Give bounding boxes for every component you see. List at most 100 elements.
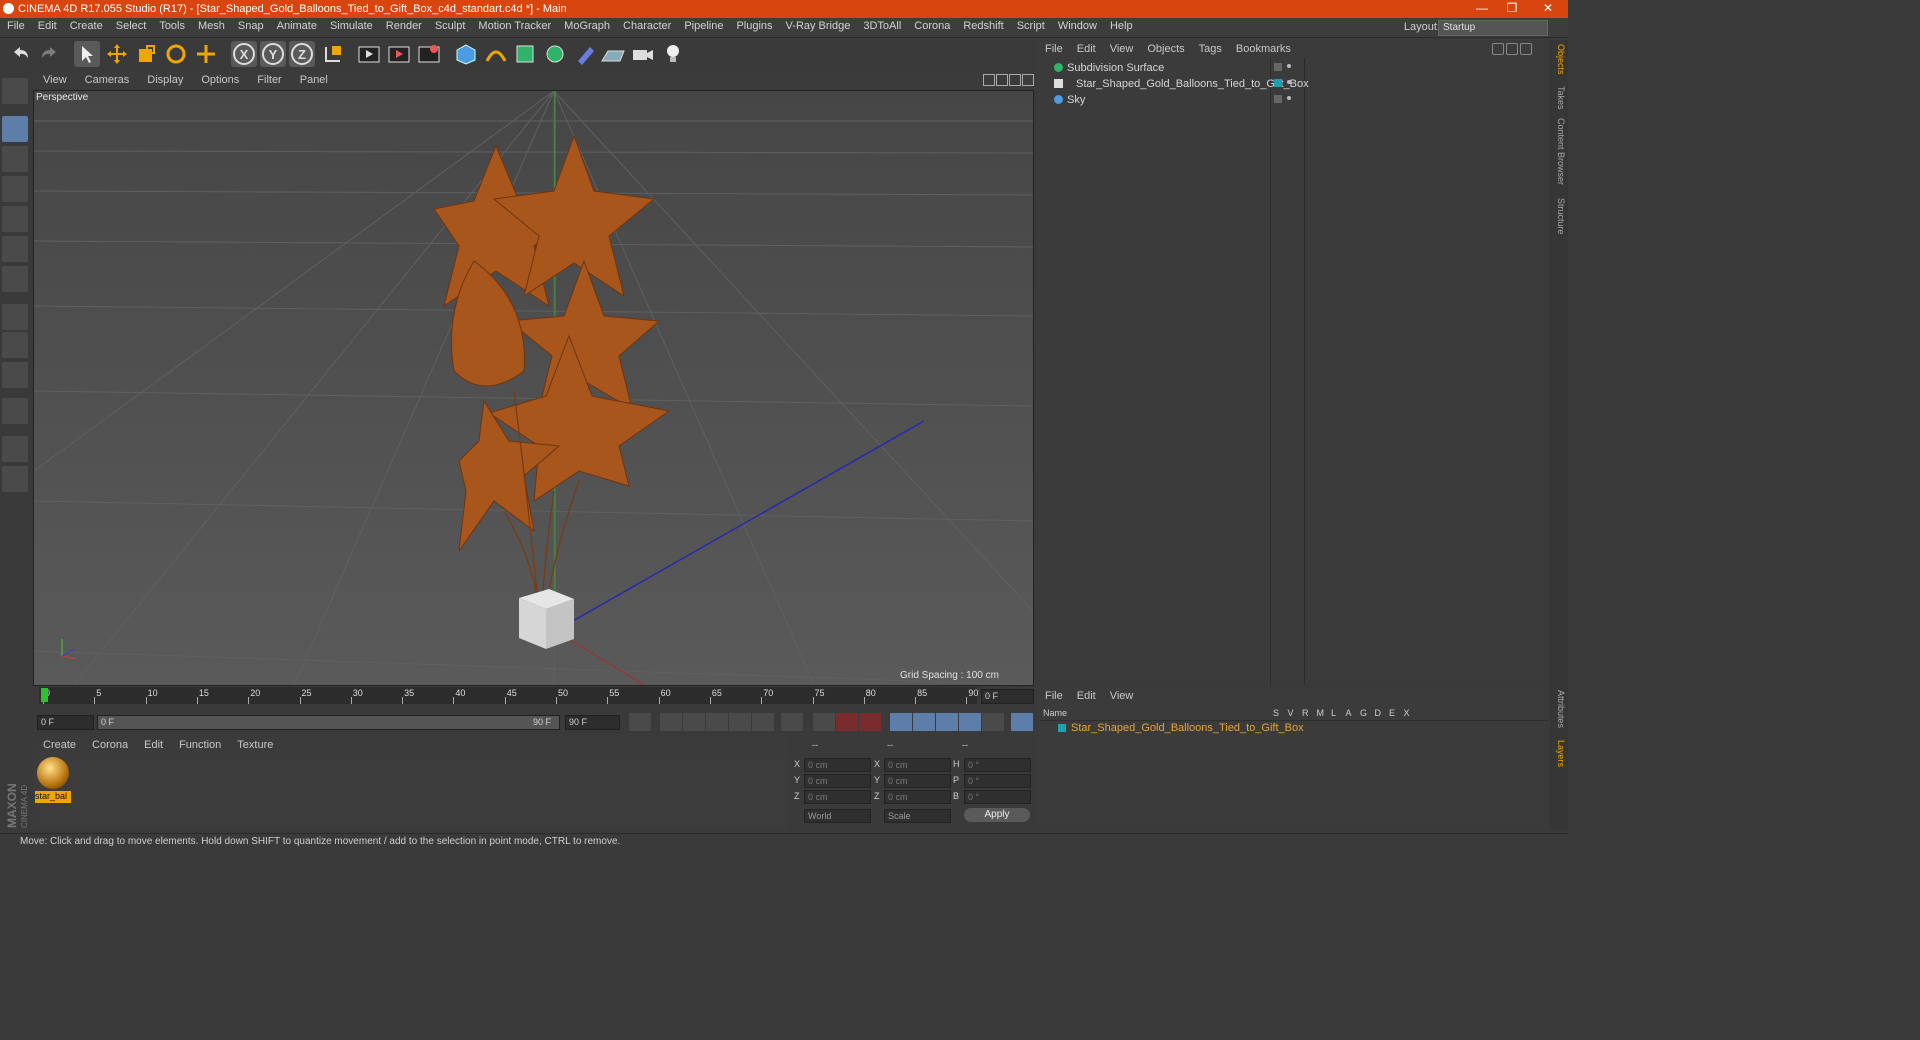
cube-object-icon[interactable] <box>453 41 479 67</box>
menu-motion-tracker[interactable]: Motion Tracker <box>471 18 557 32</box>
close-button[interactable]: ✕ <box>1533 1 1563 17</box>
spline-pen-icon[interactable] <box>483 41 509 67</box>
right-tab-attributes[interactable]: Attributes <box>1552 690 1566 728</box>
menu-file[interactable]: File <box>0 18 31 32</box>
workplane-mode-icon[interactable] <box>2 176 28 202</box>
move-tool-icon[interactable] <box>104 41 130 67</box>
menu-snap[interactable]: Snap <box>231 18 270 32</box>
material-swatch[interactable]: star_bal <box>35 755 71 803</box>
viewport-menu-display[interactable]: Display <box>137 72 191 86</box>
right-tab-takes[interactable]: Takes <box>1552 86 1566 110</box>
move-tool-alt-icon[interactable] <box>193 41 219 67</box>
right-tab-content-browser[interactable]: Content Browser <box>1552 118 1566 185</box>
material-menu-function[interactable]: Function <box>169 737 227 751</box>
visibility-toggle-icon[interactable] <box>1274 95 1282 103</box>
visibility-toggle-icon[interactable] <box>1274 63 1282 71</box>
current-frame-display[interactable]: 0 F <box>981 689 1034 704</box>
menu-plugins[interactable]: Plugins <box>729 18 778 32</box>
coord-value-field[interactable]: 0 cm <box>884 758 951 772</box>
array-icon[interactable] <box>542 41 568 67</box>
subdivision-surface-icon[interactable] <box>512 41 538 67</box>
x-axis-icon[interactable]: X <box>231 41 257 67</box>
auto-keying-icon[interactable] <box>836 713 858 731</box>
object-menu-bookmarks[interactable]: Bookmarks <box>1228 40 1297 55</box>
settings-icon[interactable] <box>1520 43 1532 55</box>
material-menu-create[interactable]: Create <box>33 737 82 751</box>
menu-simulate[interactable]: Simulate <box>323 18 379 32</box>
preview-range-slider[interactable]: 0 F 90 F <box>97 715 560 730</box>
menu-select[interactable]: Select <box>109 18 153 32</box>
home-icon[interactable] <box>1506 43 1518 55</box>
key-pla-icon[interactable] <box>982 713 1004 731</box>
playhead-marker[interactable] <box>41 688 48 702</box>
layer-tag-icon[interactable] <box>1274 79 1282 87</box>
menu-edit[interactable]: Edit <box>31 18 63 32</box>
layer-row[interactable]: Star_Shaped_Gold_Balloons_Tied_to_Gift_B… <box>1044 721 1549 735</box>
coordinate-system-icon[interactable] <box>320 41 346 67</box>
keyframe-selection-icon[interactable] <box>859 713 881 731</box>
menu-corona[interactable]: Corona <box>907 18 956 32</box>
menu-v-ray-bridge[interactable]: V-Ray Bridge <box>779 18 857 32</box>
y-axis-icon[interactable]: Y <box>260 41 286 67</box>
object-menu-tags[interactable]: Tags <box>1191 40 1228 55</box>
go-to-end-icon[interactable] <box>781 713 803 731</box>
points-mode-icon[interactable] <box>2 206 28 232</box>
material-menu-edit[interactable]: Edit <box>134 737 169 751</box>
apply-button[interactable]: Apply <box>964 808 1030 822</box>
object-menu-edit[interactable]: Edit <box>1069 40 1102 55</box>
object-menu-file[interactable]: File <box>1037 40 1069 55</box>
model-mode-icon[interactable] <box>2 116 28 142</box>
coord-value-field[interactable]: 0 ° <box>964 758 1031 772</box>
right-tab-objects[interactable]: Objects <box>1552 44 1566 75</box>
coord-mode-dropdown[interactable]: World <box>804 809 871 823</box>
texture-mode-icon[interactable] <box>2 146 28 172</box>
axis-mode-icon[interactable] <box>2 304 28 330</box>
menu-3dtoall[interactable]: 3DToAll <box>856 18 907 32</box>
select-tool-icon[interactable] <box>74 41 100 67</box>
camera-icon[interactable] <box>630 41 656 67</box>
menu-character[interactable]: Character <box>616 18 677 32</box>
move-view-icon[interactable] <box>983 74 995 86</box>
menu-window[interactable]: Window <box>1051 18 1103 32</box>
coord-value-field[interactable]: 0 cm <box>804 774 871 788</box>
snap-icon[interactable] <box>2 362 28 388</box>
scale-tool-icon[interactable] <box>133 41 159 67</box>
right-tab-structure[interactable]: Structure <box>1552 198 1566 235</box>
restore-button[interactable]: ❐ <box>1497 1 1527 17</box>
redo-icon[interactable] <box>36 41 62 67</box>
material-menu-corona[interactable]: Corona <box>82 737 134 751</box>
play-icon[interactable] <box>706 713 728 731</box>
zoom-view-icon[interactable] <box>996 74 1008 86</box>
planar-workplane-icon[interactable] <box>2 466 28 492</box>
z-axis-icon[interactable]: Z <box>289 41 315 67</box>
object-row[interactable]: Star_Shaped_Gold_Balloons_Tied_to_Gift_B… <box>1040 76 1548 92</box>
coord-value-field[interactable]: 0 ° <box>964 774 1031 788</box>
coord-value-field[interactable]: 0 cm <box>804 790 871 804</box>
viewport-menu-options[interactable]: Options <box>191 72 247 86</box>
undo-icon[interactable] <box>8 41 34 67</box>
search-icon[interactable] <box>1492 43 1504 55</box>
layout-dropdown[interactable]: Startup <box>1438 20 1548 36</box>
key-rotation-icon[interactable] <box>936 713 958 731</box>
timeline-window-icon[interactable] <box>1011 713 1033 731</box>
coord-value-field[interactable]: 0 cm <box>884 790 951 804</box>
object-menu-view[interactable]: View <box>1102 40 1140 55</box>
menu-render[interactable]: Render <box>379 18 428 32</box>
object-row[interactable]: Sky <box>1040 92 1548 108</box>
layer-menu-edit[interactable]: Edit <box>1069 688 1102 702</box>
viewport-menu-filter[interactable]: Filter <box>247 72 289 86</box>
viewport-menu-panel[interactable]: Panel <box>290 72 336 86</box>
previous-frame-icon[interactable] <box>683 713 705 731</box>
tag-dot-icon[interactable] <box>1287 64 1291 68</box>
size-mode-dropdown[interactable]: Scale <box>884 809 951 823</box>
menu-mograph[interactable]: MoGraph <box>557 18 616 32</box>
previous-key-icon[interactable] <box>660 713 682 731</box>
magnet-icon[interactable] <box>2 398 28 424</box>
tag-dot-icon[interactable] <box>1287 80 1291 84</box>
layer-menu-view[interactable]: View <box>1102 688 1140 702</box>
material-menu-texture[interactable]: Texture <box>227 737 279 751</box>
deformer-icon[interactable] <box>572 41 598 67</box>
render-settings-icon[interactable] <box>416 41 442 67</box>
next-frame-icon[interactable] <box>729 713 751 731</box>
render-picture-viewer-icon[interactable] <box>386 41 412 67</box>
